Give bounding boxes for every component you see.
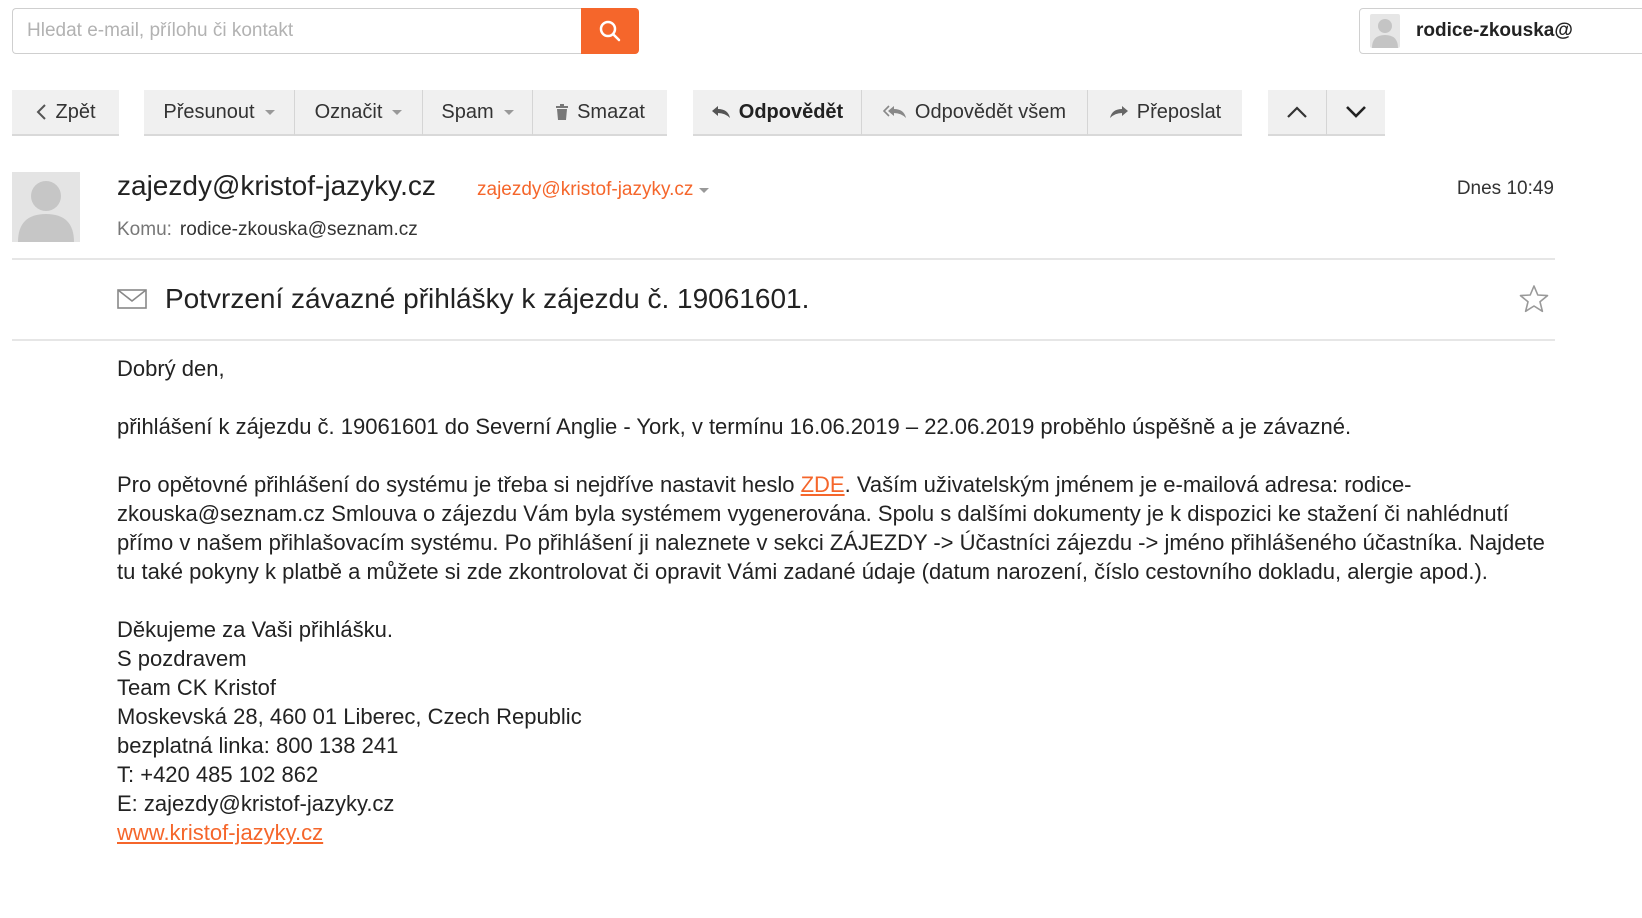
instructions-text-start: Pro opětovné přihlášení do systému je tř… (117, 472, 801, 497)
back-button[interactable]: Zpět (12, 90, 119, 136)
message-body: Dobrý den, přihlášení k zájezdu č. 19061… (117, 354, 1547, 847)
signature-line: Moskevská 28, 460 01 Liberec, Czech Repu… (117, 704, 582, 729)
paragraph-instructions: Pro opětovné přihlášení do systému je tř… (117, 470, 1547, 586)
signature: Děkujeme za Vaši přihlášku. S pozdravem … (117, 615, 1547, 847)
chevron-down-icon (503, 109, 514, 115)
user-name: rodice-zkouska@ (1416, 20, 1573, 41)
greeting: Dobrý den, (117, 356, 225, 381)
message-subject: Potvrzení závazné přihlášky k zájezdu č.… (165, 283, 810, 314)
spam-button[interactable]: Spam (422, 90, 532, 136)
back-label: Zpět (55, 100, 96, 123)
trash-icon (556, 104, 569, 120)
previous-message-button[interactable] (1268, 90, 1326, 136)
sender-name: zajezdy@kristof-jazyky.cz (117, 170, 436, 201)
reply-button[interactable]: Odpovědět (693, 90, 861, 136)
sender-email: zajezdy@kristof-jazyky.cz (477, 179, 694, 200)
search-input[interactable] (12, 8, 581, 54)
forward-icon (1109, 106, 1128, 118)
signature-line: bezplatná linka: 800 138 241 (117, 733, 399, 758)
recipient-email: rodice-zkouska@seznam.cz (179, 219, 418, 240)
reply-all-icon (882, 105, 906, 118)
chevron-down-icon (699, 187, 710, 193)
move-button[interactable]: Přesunout (144, 90, 294, 136)
delete-label: Smazat (577, 100, 645, 123)
set-password-link[interactable]: ZDE (801, 472, 845, 497)
move-label: Přesunout (163, 100, 255, 123)
signature-line: Team CK Kristof (117, 675, 276, 700)
mark-button[interactable]: Označit (294, 90, 422, 136)
divider (12, 258, 1555, 260)
message-date: Dnes 10:49 (1456, 178, 1554, 199)
sender-email-dropdown[interactable]: zajezdy@kristof-jazyky.cz (477, 179, 710, 201)
search-bar (12, 8, 639, 54)
chevron-up-icon (1287, 106, 1307, 118)
mark-label: Označit (314, 100, 383, 123)
sender-avatar (12, 172, 80, 242)
signature-line: E: zajezdy@kristof-jazyky.cz (117, 791, 395, 816)
star-icon (1519, 285, 1549, 313)
envelope-icon (117, 289, 147, 309)
forward-button[interactable]: Přeposlat (1087, 90, 1242, 136)
subject-row: Potvrzení závazné přihlášky k zájezdu č.… (117, 283, 809, 315)
chevron-down-icon (264, 109, 275, 115)
search-button[interactable] (581, 8, 639, 54)
paragraph-confirmation: přihlášení k zájezdu č. 19061601 do Seve… (117, 414, 1352, 439)
reply-label: Odpovědět (738, 100, 844, 123)
signature-line: T: +420 485 102 862 (117, 762, 319, 787)
search-icon (599, 20, 621, 42)
chevron-down-icon (1346, 106, 1366, 118)
signature-line: Děkujeme za Vaši přihlášku. (117, 617, 393, 642)
spam-label: Spam (441, 100, 494, 123)
signature-line: S pozdravem (117, 646, 247, 671)
reply-icon (711, 106, 730, 118)
next-message-button[interactable] (1326, 90, 1385, 136)
user-menu[interactable]: rodice-zkouska@ (1359, 8, 1642, 54)
reply-all-button[interactable]: Odpovědět všem (861, 90, 1087, 136)
recipient-row: Komu: rodice-zkouska@seznam.cz (117, 219, 418, 241)
avatar (1370, 14, 1400, 48)
divider (12, 339, 1555, 341)
chevron-down-icon (392, 109, 403, 115)
user-icon (1372, 19, 1398, 48)
reply-all-label: Odpovědět všem (914, 100, 1067, 123)
chevron-left-icon (37, 104, 47, 120)
star-button[interactable] (1519, 284, 1549, 319)
forward-label: Přeposlat (1136, 100, 1222, 123)
delete-button[interactable]: Smazat (532, 90, 667, 136)
website-link[interactable]: www.kristof-jazyky.cz (117, 818, 1547, 847)
user-icon (18, 181, 74, 242)
recipient-label: Komu: (117, 219, 172, 240)
